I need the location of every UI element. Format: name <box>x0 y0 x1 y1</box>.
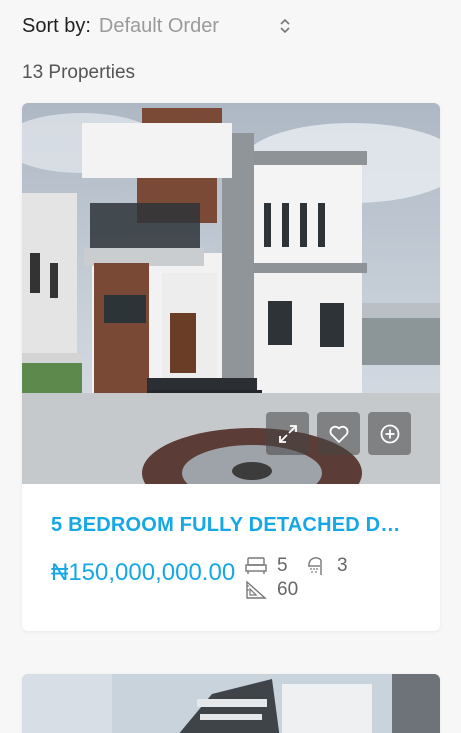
sort-select[interactable]: Default Order <box>99 15 292 38</box>
results-count: 13 Properties <box>22 62 136 83</box>
property-image[interactable] <box>22 674 440 733</box>
bedrooms-count: 5 <box>277 555 288 576</box>
bathrooms: 3 <box>305 555 348 577</box>
heart-icon <box>329 425 348 443</box>
property-card[interactable]: 5 BEDROOM FULLY DETACHED DUPLEX ₦150,000… <box>22 103 440 631</box>
set-square-icon <box>246 580 267 599</box>
bedrooms: 5 <box>245 555 288 577</box>
expand-button[interactable] <box>266 412 309 455</box>
property-image[interactable] <box>22 103 440 484</box>
sort-label: Sort by: <box>22 14 91 37</box>
favorite-button[interactable] <box>317 412 360 455</box>
bed-icon <box>245 557 267 574</box>
sort-bar: Sort by: Default Order <box>22 12 292 40</box>
house-photo <box>22 674 440 733</box>
price-row: ₦150,000,000.00 5 3 60 <box>51 555 411 607</box>
shower-icon <box>308 557 322 575</box>
property-details: 5 BEDROOM FULLY DETACHED DUPLEX ₦150,000… <box>22 484 440 607</box>
media-actions <box>266 412 411 455</box>
sort-selected-value: Default Order <box>98 14 219 37</box>
area: 60 <box>245 579 298 601</box>
area-value: 60 <box>277 579 299 600</box>
expand-icon <box>278 424 297 443</box>
up-down-caret-icon <box>280 18 290 34</box>
plus-circle-icon <box>380 424 399 443</box>
property-card[interactable] <box>22 674 440 733</box>
property-price: ₦150,000,000.00 <box>51 559 236 586</box>
bathrooms-count: 3 <box>337 555 348 576</box>
compare-button[interactable] <box>368 412 411 455</box>
property-title[interactable]: 5 BEDROOM FULLY DETACHED DUPLEX <box>51 514 401 537</box>
